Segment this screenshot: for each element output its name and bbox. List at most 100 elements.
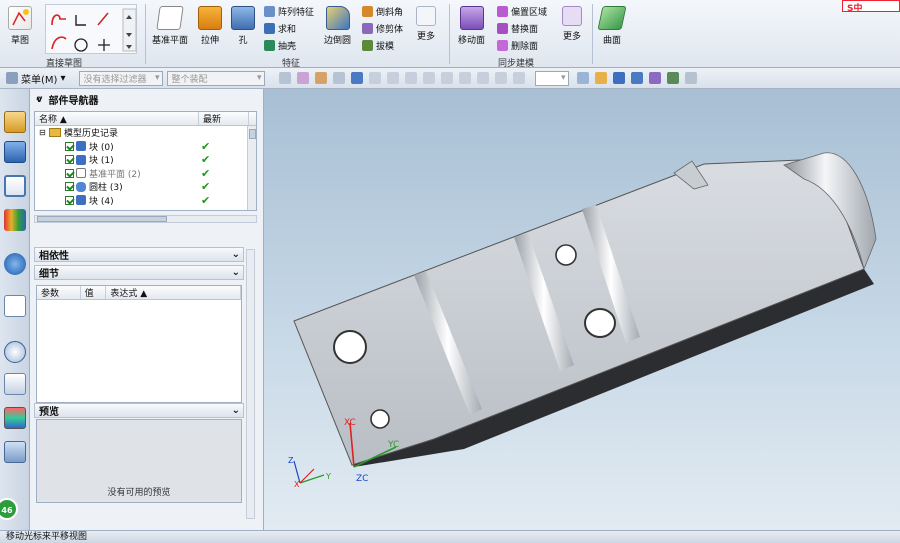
fit-icon[interactable] xyxy=(577,72,590,84)
snap-grid-icon[interactable] xyxy=(315,72,328,84)
roles-icon[interactable] xyxy=(4,407,26,429)
point-filter-dropdown[interactable]: ▾ xyxy=(535,70,570,86)
hole-label: 孔 xyxy=(238,36,248,46)
visibility-checkbox[interactable] xyxy=(65,141,74,151)
shell-button[interactable]: 抽壳 xyxy=(264,39,296,52)
details-panel-header[interactable]: 细节 ⌄ xyxy=(34,265,244,280)
pattern-feature-button[interactable]: 阵列特征 xyxy=(264,5,314,18)
layer-icon[interactable] xyxy=(685,72,698,84)
assembly-navigator-icon[interactable] xyxy=(4,111,26,133)
tree-feature-row[interactable]: 基准平面 (2) ✔ xyxy=(35,167,256,181)
snap-point-icon[interactable] xyxy=(297,72,310,84)
line-icon[interactable] xyxy=(405,72,418,84)
pole-icon[interactable] xyxy=(513,72,526,84)
delete-face-icon xyxy=(497,40,508,51)
triad-z-label: Z xyxy=(288,456,294,465)
orient-icon[interactable] xyxy=(649,72,662,84)
up-to-date-icon: ✔ xyxy=(201,166,211,180)
preview-empty-text: 没有可用的预览 xyxy=(107,488,171,498)
replace-face-button[interactable]: 替换面 xyxy=(497,22,538,35)
extrude-icon xyxy=(198,6,222,30)
replace-face-icon xyxy=(497,23,508,34)
scope-dropdown[interactable]: 整个装配 ▾ xyxy=(167,70,266,86)
tangent-icon[interactable] xyxy=(477,72,490,84)
midpoint-icon[interactable] xyxy=(387,72,400,84)
box-select-icon[interactable] xyxy=(333,72,346,84)
shaded-icon[interactable] xyxy=(631,72,644,84)
hole-button[interactable]: 孔 xyxy=(231,6,255,46)
surface-button[interactable]: 曲面 xyxy=(597,6,627,46)
collapse-icon[interactable]: ⌄ xyxy=(232,267,240,278)
tree-feature-row[interactable]: 圆柱 (3) ✔ xyxy=(35,180,256,194)
dependencies-panel-header[interactable]: 相依性 ⌄ xyxy=(34,247,244,262)
arc-center-icon[interactable] xyxy=(423,72,436,84)
view-tools xyxy=(577,72,698,84)
system-scenes-icon[interactable] xyxy=(4,441,26,463)
move-face-icon xyxy=(459,6,484,30)
collapse-icon[interactable]: ⊟ xyxy=(39,128,49,137)
tree-hscrollbar[interactable] xyxy=(34,215,257,223)
datum-plane-icon xyxy=(156,6,184,30)
trim-body-button[interactable]: 修剪体 xyxy=(362,22,403,35)
collapse-icon[interactable]: ⌄ xyxy=(232,405,240,416)
sync-more-button[interactable]: 更多 xyxy=(562,6,582,42)
constraint-navigator-icon[interactable] xyxy=(4,141,26,163)
sketch-button[interactable]: 草图 xyxy=(8,6,32,46)
zoom-icon[interactable] xyxy=(595,72,608,84)
column-latest[interactable]: 最新 xyxy=(199,112,249,125)
offset-region-button[interactable]: 偏置区域 xyxy=(497,5,547,18)
extrude-button[interactable]: 拉伸 xyxy=(198,6,222,46)
tree-scrollbar[interactable] xyxy=(247,126,256,210)
reuse-library-icon[interactable] xyxy=(4,209,26,231)
menu-button[interactable]: 菜单(M) ▾ xyxy=(6,71,65,86)
select-icon[interactable] xyxy=(279,72,292,84)
column-parameter[interactable]: 参数 xyxy=(37,286,81,299)
tree-feature-row[interactable]: 块 (1) ✔ xyxy=(35,153,256,167)
graphics-window[interactable]: XC YC ZC Z X Y xyxy=(264,89,900,530)
tree-root[interactable]: ⊟ 模型历史记录 xyxy=(35,126,256,140)
cube-icon[interactable] xyxy=(351,72,364,84)
feature-more-button[interactable]: 更多 xyxy=(416,6,436,42)
column-expression[interactable]: 表达式 ▲ xyxy=(106,286,241,299)
draft-icon xyxy=(362,40,373,51)
navigator-scrollbar[interactable] xyxy=(246,249,255,519)
visibility-checkbox[interactable] xyxy=(65,168,74,178)
draft-button[interactable]: 拔模 xyxy=(362,39,394,52)
unite-button[interactable]: 求和 xyxy=(264,22,296,35)
part-navigator: ⱴ 部件导航器 名称 ▲ 最新 ⊟ 模型历史记录 块 (0) ✔ 块 (1) ✔ xyxy=(30,89,264,530)
render-style-icon[interactable] xyxy=(667,72,680,84)
edge-blend-button[interactable]: 边倒圆 xyxy=(324,6,351,46)
up-to-date-icon: ✔ xyxy=(201,180,211,194)
offset-region-icon xyxy=(497,6,508,17)
collapse-icon[interactable]: ⌄ xyxy=(232,249,240,260)
ribbon: 草图 直接草图 基准平面 拉伸 孔 阵列特征 求和 抽壳 边倒圆 倒斜角 修剪体… xyxy=(0,0,900,69)
details-column-header: 参数 值 表达式 ▲ xyxy=(37,286,241,300)
chamfer-button[interactable]: 倒斜角 xyxy=(362,5,403,18)
column-name[interactable]: 名称 ▲ xyxy=(35,112,199,125)
selection-filter-dropdown[interactable]: 没有选择过滤器 ▾ xyxy=(79,70,164,86)
existing-point-icon[interactable] xyxy=(495,72,508,84)
visibility-checkbox[interactable] xyxy=(65,155,74,165)
preview-panel-header[interactable]: 预览 ⌄ xyxy=(34,403,244,418)
column-value[interactable]: 值 xyxy=(81,286,107,299)
tree-feature-row[interactable]: 块 (0) ✔ xyxy=(35,140,256,154)
rotate-icon[interactable] xyxy=(613,72,626,84)
delete-face-button[interactable]: 删除面 xyxy=(497,39,538,52)
part-navigator-icon[interactable] xyxy=(4,175,26,197)
history-icon[interactable] xyxy=(4,295,26,317)
move-face-button[interactable]: 移动面 xyxy=(458,6,485,46)
quadrant-icon[interactable] xyxy=(441,72,454,84)
visibility-checkbox[interactable] xyxy=(65,182,74,192)
visibility-checkbox[interactable] xyxy=(65,195,74,205)
tree-feature-row[interactable]: 块 (4) ✔ xyxy=(35,194,256,208)
more-icon xyxy=(562,6,582,26)
process-studio-icon[interactable] xyxy=(4,373,26,395)
pin-icon[interactable]: ⱴ xyxy=(36,94,43,105)
endpoint-icon[interactable] xyxy=(369,72,382,84)
intersection-icon[interactable] xyxy=(459,72,472,84)
csys-zc-label: ZC xyxy=(356,474,368,484)
web-browser-icon[interactable] xyxy=(4,253,26,275)
clock-icon[interactable] xyxy=(4,341,26,363)
datum-plane-button[interactable]: 基准平面 xyxy=(152,6,188,46)
edge-blend-icon xyxy=(325,6,350,30)
